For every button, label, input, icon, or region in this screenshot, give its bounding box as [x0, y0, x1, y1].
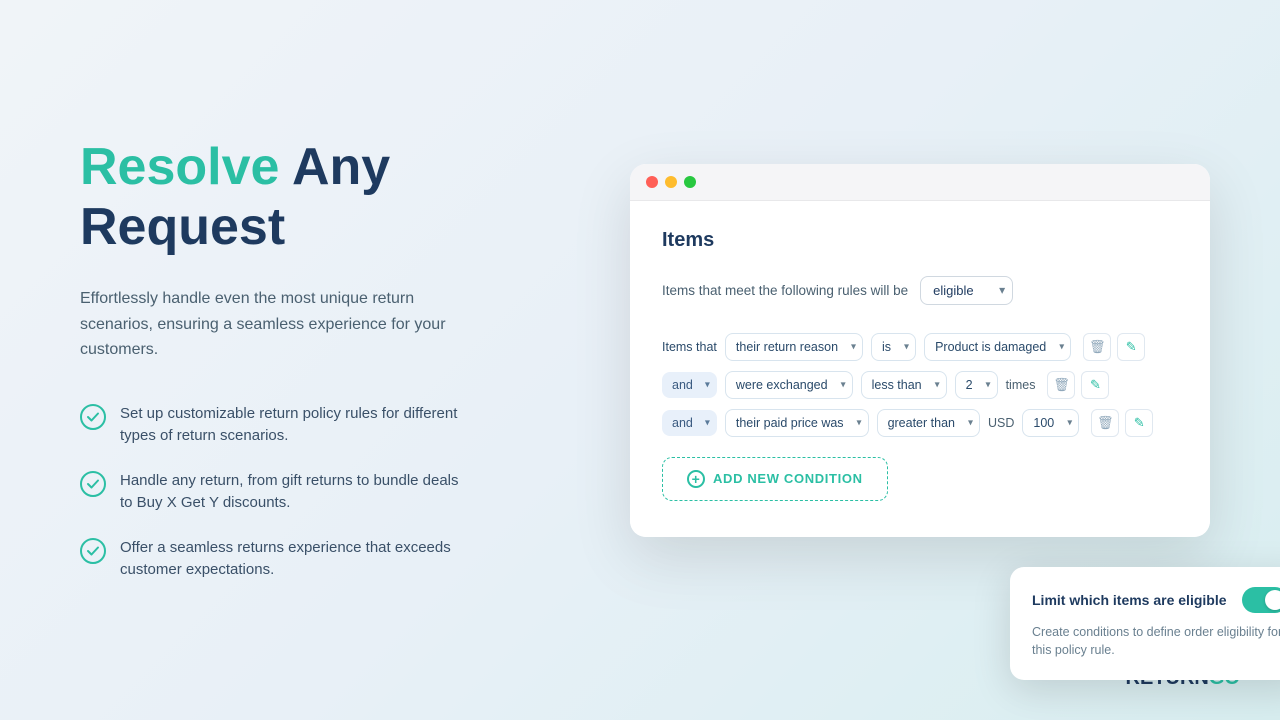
dot-yellow — [665, 176, 677, 188]
info-card-header: Limit which items are eligible — [1032, 587, 1280, 613]
row3-prefix[interactable]: and — [662, 410, 717, 436]
feature-text-3: Offer a seamless returns experience that… — [120, 537, 460, 582]
row1-field2[interactable]: is — [871, 333, 916, 361]
feature-item-3: Offer a seamless returns experience that… — [80, 537, 500, 582]
row2-prefix[interactable]: and — [662, 372, 717, 398]
condition-row-3: and their paid price was greater than US… — [662, 409, 1178, 437]
eligible-select[interactable]: eligible ineligible — [920, 276, 1013, 305]
dot-green — [684, 176, 696, 188]
row1-field2-wrapper[interactable]: is — [871, 333, 916, 361]
condition-row-1: Items that their return reason is Produc… — [662, 333, 1178, 361]
row2-actions: 🗑 ✎ — [1047, 371, 1109, 399]
feature-item-2: Handle any return, from gift returns to … — [80, 470, 500, 515]
info-card: Limit which items are eligible Create co… — [1010, 567, 1280, 681]
eligible-row: Items that meet the following rules will… — [662, 276, 1178, 305]
row1-edit-button[interactable]: ✎ — [1117, 333, 1145, 361]
row1-actions: 🗑 ✎ — [1083, 333, 1145, 361]
row3-field3-wrapper[interactable]: 100 — [1022, 414, 1079, 432]
section-title: Items — [662, 229, 1178, 252]
row2-field2-wrapper[interactable]: less than — [861, 371, 947, 399]
row2-field1-wrapper[interactable]: were exchanged — [725, 371, 853, 399]
browser-content: Items Items that meet the following rule… — [630, 201, 1210, 537]
hero-description: Effortlessly handle even the most unique… — [80, 286, 460, 363]
check-icon-3 — [80, 538, 106, 564]
hero-title-highlight: Resolve — [80, 138, 279, 196]
hero-title: Resolve AnyRequest — [80, 138, 500, 258]
row3-field2-wrapper[interactable]: greater than — [877, 409, 980, 437]
browser-window: Items Items that meet the following rule… — [630, 164, 1210, 537]
row3-field1-wrapper[interactable]: their paid price was — [725, 409, 869, 437]
eligible-label: Items that meet the following rules will… — [662, 283, 908, 298]
check-icon-2 — [80, 471, 106, 497]
conditions-list: Items that their return reason is Produc… — [662, 333, 1178, 437]
plus-circle-icon: + — [687, 470, 705, 488]
row2-delete-button[interactable]: 🗑 — [1047, 371, 1075, 399]
info-card-description: Create conditions to define order eligib… — [1032, 623, 1280, 661]
row3-edit-button[interactable]: ✎ — [1125, 409, 1153, 437]
row3-actions: 🗑 ✎ — [1091, 409, 1153, 437]
feature-text-2: Handle any return, from gift returns to … — [120, 470, 460, 515]
row3-field1[interactable]: their paid price was — [725, 409, 869, 437]
row3-delete-button[interactable]: 🗑 — [1091, 409, 1119, 437]
row2-field3-wrapper[interactable]: 2 — [955, 376, 998, 394]
row1-field1-wrapper[interactable]: their return reason — [725, 333, 863, 361]
eligible-select-wrapper[interactable]: eligible ineligible — [920, 276, 1013, 305]
condition-row-2: and were exchanged less than 2 times 🗑 ✎ — [662, 371, 1178, 399]
row1-prefix: Items that — [662, 340, 717, 354]
row3-field2[interactable]: greater than — [877, 409, 980, 437]
add-condition-label: ADD NEW CONDITION — [713, 471, 863, 486]
row2-edit-button[interactable]: ✎ — [1081, 371, 1109, 399]
row2-suffix: times — [1006, 378, 1036, 392]
feature-item-1: Set up customizable return policy rules … — [80, 403, 500, 448]
row2-field3[interactable]: 2 — [955, 371, 998, 399]
row3-currency: USD — [988, 416, 1014, 430]
left-panel: Resolve AnyRequest Effortlessly handle e… — [0, 78, 560, 641]
row1-field3-wrapper[interactable]: Product is damaged — [924, 333, 1071, 361]
right-panel: Items Items that meet the following rule… — [560, 0, 1280, 720]
row1-field1[interactable]: their return reason — [725, 333, 863, 361]
row2-field1[interactable]: were exchanged — [725, 371, 853, 399]
info-card-title: Limit which items are eligible — [1032, 592, 1227, 608]
feature-text-1: Set up customizable return policy rules … — [120, 403, 460, 448]
toggle-switch[interactable] — [1242, 587, 1280, 613]
check-icon-1 — [80, 404, 106, 430]
dot-red — [646, 176, 658, 188]
row1-field3[interactable]: Product is damaged — [924, 333, 1071, 361]
row3-field3[interactable]: 100 — [1022, 409, 1079, 437]
row2-field2[interactable]: less than — [861, 371, 947, 399]
add-condition-button[interactable]: + ADD NEW CONDITION — [662, 457, 888, 501]
feature-list: Set up customizable return policy rules … — [80, 403, 500, 582]
browser-bar — [630, 164, 1210, 201]
row1-delete-button[interactable]: 🗑 — [1083, 333, 1111, 361]
